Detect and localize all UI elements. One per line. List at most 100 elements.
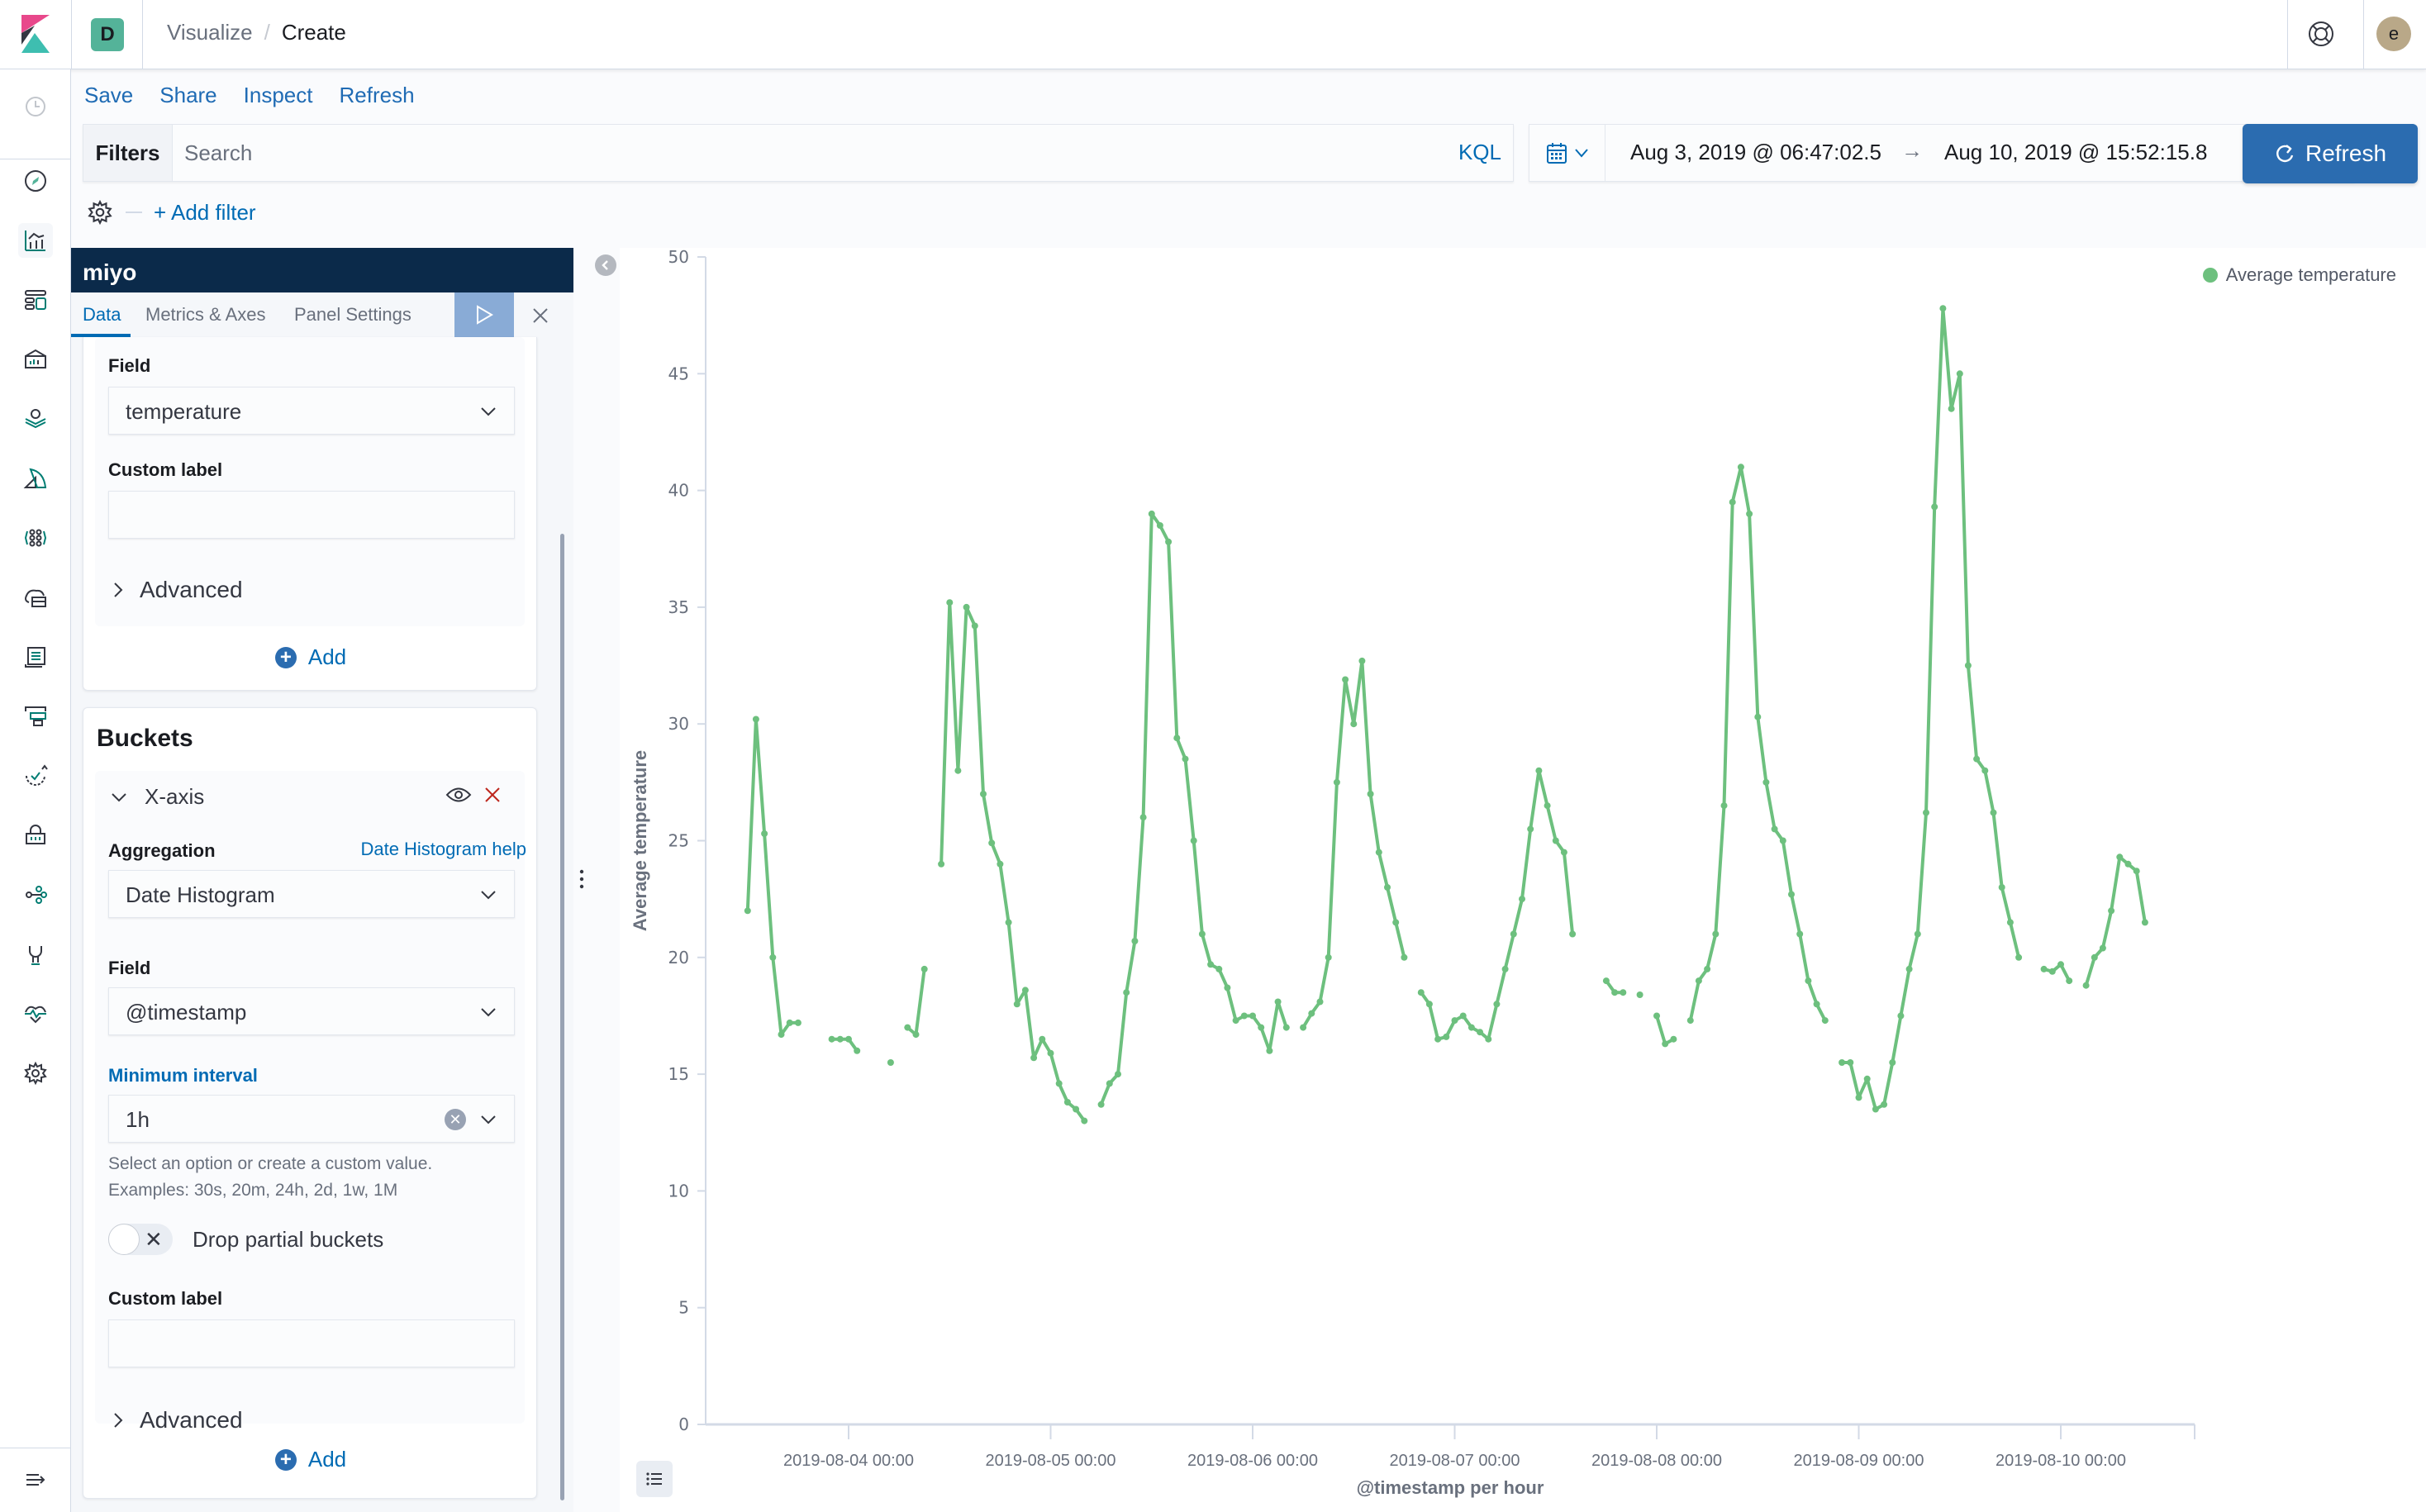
data-point[interactable] <box>980 791 987 797</box>
data-point[interactable] <box>904 1024 911 1031</box>
data-point[interactable] <box>1047 1049 1054 1057</box>
data-point[interactable] <box>963 603 970 611</box>
metric-custom-label-input[interactable] <box>108 491 515 539</box>
data-point[interactable] <box>1948 405 1955 412</box>
graph-network-icon[interactable] <box>18 877 53 912</box>
data-point[interactable] <box>954 767 962 774</box>
siem-icon[interactable] <box>18 818 53 853</box>
machine-learning-icon[interactable] <box>18 461 53 496</box>
data-point[interactable] <box>1039 1035 1046 1043</box>
data-point[interactable] <box>1215 965 1223 972</box>
data-point[interactable] <box>744 907 751 915</box>
data-point[interactable] <box>988 839 996 847</box>
data-point[interactable] <box>778 1031 785 1039</box>
data-point[interactable] <box>1686 1017 1694 1025</box>
uptime-icon[interactable] <box>18 758 53 793</box>
data-point[interactable] <box>1030 1054 1038 1062</box>
data-point[interactable] <box>938 860 945 868</box>
eye-icon[interactable] <box>445 786 472 804</box>
data-point[interactable] <box>1300 1024 1307 1031</box>
data-point[interactable] <box>1670 1035 1677 1043</box>
data-point[interactable] <box>1754 713 1762 720</box>
data-point[interactable] <box>1165 538 1173 545</box>
data-point[interactable] <box>1055 1080 1063 1087</box>
kibana-logo-icon[interactable] <box>21 15 50 53</box>
data-point[interactable] <box>971 622 978 630</box>
data-point[interactable] <box>1779 837 1786 844</box>
data-point[interactable] <box>1839 1059 1846 1066</box>
data-point[interactable] <box>1434 1035 1442 1043</box>
data-point[interactable] <box>1720 802 1728 810</box>
data-point[interactable] <box>2133 868 2140 875</box>
data-point[interactable] <box>946 599 954 606</box>
data-point[interactable] <box>752 716 759 723</box>
visualize-icon[interactable] <box>18 223 53 258</box>
data-point[interactable] <box>1308 1010 1315 1017</box>
gear-icon[interactable] <box>86 198 114 226</box>
data-point[interactable] <box>1931 503 1938 511</box>
data-point[interactable] <box>2091 953 2098 961</box>
data-point[interactable] <box>1148 510 1155 517</box>
data-point[interactable] <box>1729 498 1736 506</box>
save-button[interactable]: Save <box>84 83 133 108</box>
data-point[interactable] <box>1695 977 1702 985</box>
data-point[interactable] <box>1923 809 1929 816</box>
data-point[interactable] <box>828 1035 835 1043</box>
data-point[interactable] <box>1333 778 1340 786</box>
data-point[interactable] <box>1998 884 2005 891</box>
data-point[interactable] <box>845 1035 852 1043</box>
data-point[interactable] <box>1249 1012 1256 1020</box>
tab-metrics-axes[interactable]: Metrics & Axes <box>145 304 265 326</box>
data-point[interactable] <box>2082 982 2090 989</box>
quick-select-button[interactable] <box>1529 125 1605 181</box>
data-point[interactable] <box>1897 1012 1905 1020</box>
data-point[interactable] <box>1973 755 1981 763</box>
data-point[interactable] <box>912 1031 920 1039</box>
monitoring-icon[interactable] <box>18 996 53 1031</box>
data-point[interactable] <box>1863 1075 1871 1082</box>
refresh-button[interactable]: Refresh <box>2243 124 2418 183</box>
data-point[interactable] <box>1813 1001 1820 1008</box>
legend-item[interactable]: Average temperature <box>2226 264 2396 286</box>
data-point[interactable] <box>1956 370 1963 378</box>
data-point[interactable] <box>1417 989 1425 996</box>
end-date-button[interactable]: Aug 10, 2019 @ 15:52:15.8 <box>1944 140 2207 165</box>
bucket-advanced-toggle[interactable]: Advanced <box>112 1407 243 1434</box>
data-point[interactable] <box>1501 965 1509 972</box>
data-point[interactable] <box>2066 977 2073 985</box>
tab-data[interactable]: Data <box>83 304 121 326</box>
tab-panel-settings[interactable]: Panel Settings <box>294 304 411 326</box>
data-point[interactable] <box>1881 1101 1888 1108</box>
data-point[interactable] <box>1131 938 1139 944</box>
data-point[interactable] <box>1653 1012 1660 1020</box>
add-filter-button[interactable]: + Add filter <box>154 200 256 226</box>
data-point[interactable] <box>1636 991 1643 998</box>
dev-tools-icon[interactable] <box>18 937 53 972</box>
data-point[interactable] <box>2124 860 2132 868</box>
data-point[interactable] <box>1788 891 1795 898</box>
data-point[interactable] <box>1005 919 1012 926</box>
data-point[interactable] <box>761 830 768 837</box>
inspect-button[interactable]: Inspect <box>244 83 313 108</box>
data-point[interactable] <box>1401 953 1408 961</box>
data-point[interactable] <box>1544 802 1551 810</box>
data-point[interactable] <box>1905 965 1913 972</box>
data-point[interactable] <box>854 1047 861 1054</box>
data-point[interactable] <box>1467 1024 1475 1031</box>
data-point[interactable] <box>1021 987 1029 994</box>
data-point[interactable] <box>2006 919 2014 926</box>
data-point[interactable] <box>2108 907 2115 915</box>
help-lifebuoy-icon[interactable] <box>2305 18 2337 50</box>
bucket-custom-label-input[interactable] <box>108 1319 515 1367</box>
data-point[interactable] <box>1477 1029 1484 1036</box>
user-avatar[interactable]: e <box>2376 17 2411 51</box>
dashboard-icon[interactable] <box>18 283 53 317</box>
data-point[interactable] <box>2116 853 2124 861</box>
infrastructure-icon[interactable] <box>18 580 53 615</box>
clear-icon[interactable]: ✕ <box>445 1109 466 1130</box>
share-button[interactable]: Share <box>159 83 216 108</box>
data-point[interactable] <box>1569 930 1577 938</box>
data-point[interactable] <box>794 1019 802 1026</box>
data-point[interactable] <box>1855 1094 1862 1101</box>
data-point[interactable] <box>2015 953 2023 961</box>
